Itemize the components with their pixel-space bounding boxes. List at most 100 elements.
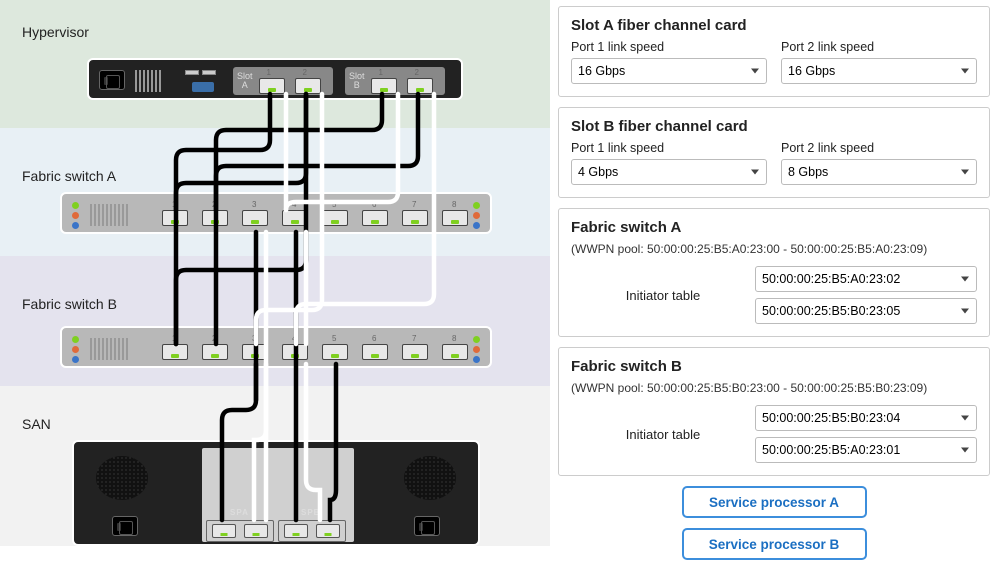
switch-port-3 [242,210,268,226]
port-number: 8 [452,334,456,343]
topology-diagram: Hypervisor Fabric switch A Fabric switch… [0,0,550,546]
led-icon [72,356,79,363]
spb-label: SPB [301,508,320,517]
field-label: Port 1 link speed [571,40,767,54]
led-icon [473,336,480,343]
led-icon [473,346,480,353]
vent-icon [90,204,128,226]
switch-port-4 [282,210,308,226]
field-label: Port 2 link speed [781,40,977,54]
vga-port-icon [192,82,214,92]
spb-module [278,520,346,542]
slot-b-port-2 [407,78,433,94]
switch-port-8 [442,344,468,360]
usb-port-icon [202,70,216,75]
spa-label: SPA [230,508,249,517]
slot-b-port1-speed-select[interactable]: 4 Gbps [571,159,767,185]
usb-port-icon [185,70,199,75]
field-label: Port 2 link speed [781,141,977,155]
port-number: 2 [212,334,216,343]
fan-grill-icon [96,456,148,500]
initiator-table-label: Initiator table [571,427,755,442]
fabric-b-panel: Fabric switch B (WWPN pool: 50:00:00:25:… [558,347,990,476]
power-socket-icon [99,70,125,90]
slot-b-port2-speed-select[interactable]: 8 Gbps [781,159,977,185]
switch-port-1 [162,210,188,226]
port-number: 2 [415,68,419,77]
led-icon [72,202,79,209]
fabric-a-label: Fabric switch A [22,168,116,184]
port-number: 8 [452,200,456,209]
fabric-switch-b-device: 1 2 3 4 5 6 7 8 [60,326,492,368]
led-icon [72,346,79,353]
switch-port-7 [402,210,428,226]
panel-title: Fabric switch B [571,358,977,375]
switch-port-5 [322,344,348,360]
service-processor-a-button[interactable]: Service processor A [682,486,867,518]
slot-a-port-2 [295,78,321,94]
wwpn-pool-text: (WWPN pool: 50:00:00:25:B5:A0:23:00 - 50… [571,242,977,256]
san-device: SPA SPB [72,440,480,546]
slot-a: Slot A 1 2 [233,67,333,95]
switch-port-6 [362,344,388,360]
switch-port-6 [362,210,388,226]
port-number: 7 [412,334,416,343]
port-number: 2 [212,200,216,209]
slot-a-port1-speed-select[interactable]: 16 Gbps [571,58,767,84]
fabric-a-initiator-2-select[interactable]: 50:00:00:25:B5:B0:23:05 [755,298,977,324]
initiator-table-label: Initiator table [571,288,755,303]
wwpn-pool-text: (WWPN pool: 50:00:00:25:B5:B0:23:00 - 50… [571,381,977,395]
switch-port-5 [322,210,348,226]
slot-a-label: Slot A [237,72,253,90]
switch-port-2 [202,210,228,226]
switch-port-4 [282,344,308,360]
port-number: 1 [267,68,271,77]
port-number: 1 [172,334,176,343]
fabric-b-initiator-2-select[interactable]: 50:00:00:25:B5:A0:23:01 [755,437,977,463]
field-label: Port 1 link speed [571,141,767,155]
fabric-switch-a-device: 12345678 [60,192,492,234]
switch-port-2 [202,344,228,360]
port-number: 5 [332,334,336,343]
fabric-a-initiator-1-select[interactable]: 50:00:00:25:B5:A0:23:02 [755,266,977,292]
slot-b-panel: Slot B fiber channel card Port 1 link sp… [558,107,990,198]
port-number: 6 [372,334,376,343]
slot-b: Slot B 1 2 [345,67,445,95]
port-number: 3 [252,334,256,343]
slot-b-label: Slot B [349,72,365,90]
port-number: 4 [292,334,296,343]
led-icon [473,202,480,209]
fabric-b-initiator-1-select[interactable]: 50:00:00:25:B5:B0:23:04 [755,405,977,431]
service-processor-buttons: Service processor A Service processor B [558,486,990,570]
port-number: 3 [252,200,256,209]
slot-a-port-1 [259,78,285,94]
switch-port-1 [162,344,188,360]
power-socket-icon [112,516,138,536]
vent-icon [90,338,128,360]
port-number: 4 [292,200,296,209]
config-pane: Slot A fiber channel card Port 1 link sp… [558,0,990,546]
vent-icon [135,70,161,92]
led-icon [473,212,480,219]
led-icon [473,222,480,229]
spa-module [206,520,274,542]
power-socket-icon [414,516,440,536]
switch-port-7 [402,344,428,360]
port-number: 1 [379,68,383,77]
slot-a-panel: Slot A fiber channel card Port 1 link sp… [558,6,990,97]
switch-port-3 [242,344,268,360]
port-number: 6 [372,200,376,209]
led-icon [72,212,79,219]
port-number: 7 [412,200,416,209]
fabric-a-panel: Fabric switch A (WWPN pool: 50:00:00:25:… [558,208,990,337]
port-number: 5 [332,200,336,209]
slot-a-port2-speed-select[interactable]: 16 Gbps [781,58,977,84]
led-icon [72,336,79,343]
panel-title: Fabric switch A [571,219,977,236]
hypervisor-device: Slot A 1 2 Slot B 1 2 [87,58,463,100]
slot-b-port-1 [371,78,397,94]
service-processor-b-button[interactable]: Service processor B [682,528,867,560]
fabric-b-label: Fabric switch B [22,296,117,312]
panel-title: Slot B fiber channel card [571,118,977,135]
hypervisor-label: Hypervisor [22,24,89,40]
